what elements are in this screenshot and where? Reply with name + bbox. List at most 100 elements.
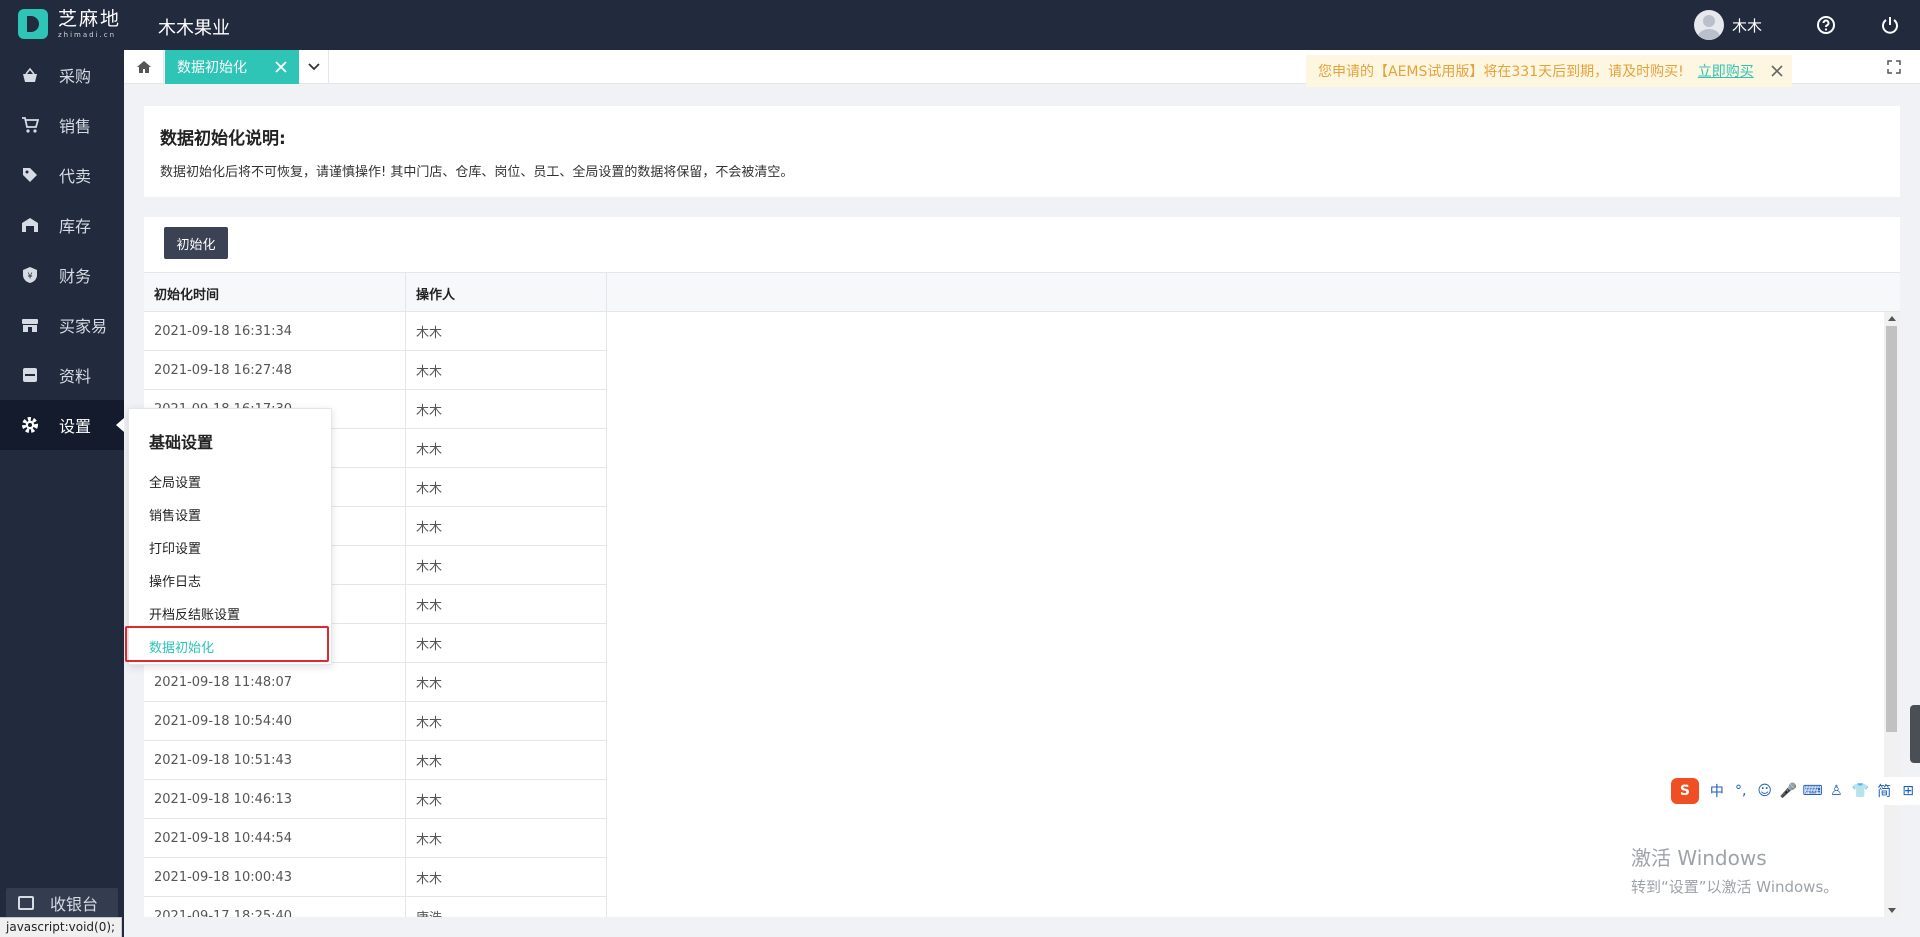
finance-icon: ¥ [20, 265, 40, 285]
menu-item-global-settings[interactable]: 全局设置 [149, 472, 201, 491]
cell-operator: 木木 [406, 819, 607, 858]
ime-skin-icon[interactable]: 👕 [1848, 783, 1872, 799]
table-row: 2021-09-18 10:46:13 木木 [144, 780, 607, 819]
watermark-subtitle: 转到“设置”以激活 Windows。 [1631, 878, 1839, 896]
ime-voice-icon[interactable]: 🎤 [1777, 783, 1801, 799]
sogou-logo-icon[interactable]: S [1671, 778, 1699, 804]
logo-subtext: zhimadi.cn [58, 30, 117, 39]
cell-operator: 木木 [406, 741, 607, 780]
sidebar-item-consignment[interactable]: 代卖 [0, 150, 124, 200]
ime-toolbar: S 中 °, ☺ 🎤 ⌨ ♙ 👕 简 ⊞ [1671, 777, 1920, 805]
sidebar-item-label: 销售 [59, 117, 92, 136]
logo[interactable]: 芝麻地 zhimadi.cn [18, 9, 121, 39]
ime-keyboard-icon[interactable]: ⌨ [1801, 783, 1825, 799]
menu-item-reverse-settings[interactable]: 开档反结账设置 [149, 604, 240, 623]
close-icon[interactable] [271, 57, 291, 77]
cell-operator: 木木 [406, 507, 607, 546]
cart-icon [20, 115, 40, 135]
tab-data-init[interactable]: 数据初始化 [165, 50, 299, 84]
ime-user-icon[interactable]: ♙ [1824, 783, 1848, 799]
info-title: 数据初始化说明: [160, 129, 286, 149]
sidebar-item-label: 资料 [59, 367, 92, 386]
menu-item-print-settings[interactable]: 打印设置 [149, 538, 201, 557]
scroll-thumb[interactable] [1886, 326, 1897, 732]
ime-simplified-mode[interactable]: 简 [1872, 781, 1896, 801]
expire-notice: 您申请的【AEMS试用版】将在331天后到期，请及时购买! 立即购买 [1306, 55, 1792, 87]
help-icon[interactable] [1814, 13, 1838, 37]
table-body: 2021-09-18 16:31:34 木木 2021-09-18 16:27:48… [144, 312, 1884, 917]
column-header-operator: 操作人 [406, 273, 607, 313]
cell-operator: 木木 [406, 780, 607, 819]
cell-init-time: 2021-09-18 10:00:43 [144, 858, 406, 897]
sidebar-item-label: 设置 [59, 417, 92, 436]
cell-init-time: 2021-09-18 10:44:54 [144, 819, 406, 858]
sidebar-item-label: 库存 [59, 217, 92, 236]
cell-operator: 木木 [406, 351, 607, 390]
gear-icon [20, 415, 40, 435]
top-bar: 芝麻地 zhimadi.cn 木木果业 木木 [0, 0, 1920, 50]
sidebar-item-data[interactable]: 资料 [0, 350, 124, 400]
sidebar-item-label: 买家易 [59, 317, 108, 336]
chevron-down-icon[interactable] [299, 50, 329, 84]
sidebar-item-buyer[interactable]: 买家易 [0, 300, 124, 350]
sidebar-item-inventory[interactable]: 库存 [0, 200, 124, 250]
table-header: 初始化时间 操作人 [144, 272, 1900, 313]
column-divider [606, 312, 607, 917]
store-icon [20, 315, 40, 335]
home-icon[interactable] [124, 50, 164, 84]
settings-flyout-menu: 基础设置 全局设置 销售设置 打印设置 操作日志 开档反结账设置 数据初始化 [125, 408, 332, 665]
table-row: 2021-09-17 18:25:40康浩 [144, 897, 607, 917]
initialize-button[interactable]: 初始化 [164, 227, 228, 259]
cell-operator: 木木 [406, 858, 607, 897]
user-name: 木木 [1731, 16, 1762, 35]
cashier-label: 收银台 [50, 895, 99, 914]
sidebar-item-settings[interactable]: 设置 [0, 400, 124, 450]
ime-punctuation-icon[interactable]: °, [1729, 783, 1753, 799]
table-row: 2021-09-18 11:48:07 木木 [144, 663, 607, 702]
cell-operator: 木木 [406, 663, 607, 702]
info-card: 数据初始化说明: 数据初始化后将不可恢复，请谨慎操作! 其中门店、仓库、岗位、员… [144, 106, 1900, 197]
scroll-down-icon[interactable] [1888, 908, 1896, 913]
cell-operator: 康浩 [406, 897, 607, 917]
scroll-up-icon[interactable] [1888, 316, 1896, 321]
cell-operator: 木木 [406, 312, 607, 351]
sidebar-item-finance[interactable]: ¥ 财务 [0, 250, 124, 300]
cashier-icon [18, 896, 34, 910]
table-row: 2021-09-18 16:31:34 木木 [144, 312, 607, 351]
tab-label: 数据初始化 [177, 60, 247, 76]
menu-item-operation-log[interactable]: 操作日志 [149, 571, 201, 590]
avatar [1693, 10, 1724, 40]
cell-operator: 木木 [406, 468, 607, 507]
user-menu[interactable]: 木木 [1693, 10, 1762, 40]
status-bar-url: javascript:void(0); [0, 917, 123, 937]
purchase-icon [20, 65, 40, 85]
ime-emoji-icon[interactable]: ☺ [1753, 783, 1777, 799]
side-handle[interactable] [1910, 705, 1920, 763]
warehouse-icon [20, 215, 40, 235]
notice-text: 您申请的【AEMS试用版】将在331天后到期，请及时购买! [1318, 64, 1684, 80]
power-icon[interactable] [1878, 13, 1902, 37]
tag-icon [20, 165, 40, 185]
cell-init-time: 2021-09-18 16:27:48 [144, 351, 406, 390]
cell-operator: 木木 [406, 390, 607, 429]
ime-chinese-mode[interactable]: 中 [1705, 781, 1729, 801]
ime-grid-icon[interactable]: ⊞ [1896, 783, 1920, 799]
table-row: 2021-09-18 16:27:48 木木 [144, 351, 607, 390]
cell-init-time: 2021-09-18 11:48:07 [144, 663, 406, 702]
close-icon[interactable] [1768, 62, 1786, 80]
windows-activation-watermark: 激活 Windows 转到“设置”以激活 Windows。 [1631, 842, 1838, 897]
cashier-button[interactable]: 收银台 [6, 888, 118, 918]
table-row: 2021-09-18 10:54:40 木木 [144, 702, 607, 741]
fullscreen-icon[interactable] [1884, 57, 1904, 77]
svg-text:¥: ¥ [27, 272, 32, 281]
highlight-box [125, 626, 329, 662]
scrollbar[interactable] [1884, 312, 1900, 917]
sidebar-item-label: 采购 [59, 67, 92, 86]
sidebar-item-purchase[interactable]: 采购 [0, 50, 124, 100]
table-row: 2021-09-18 10:51:43 木木 [144, 741, 607, 780]
sidebar-item-sales[interactable]: 销售 [0, 100, 124, 150]
buy-now-link[interactable]: 立即购买 [1698, 61, 1754, 81]
cell-init-time: 2021-09-18 16:31:34 [144, 312, 406, 351]
company-name: 木木果业 [158, 18, 230, 39]
menu-item-sales-settings[interactable]: 销售设置 [149, 505, 201, 524]
